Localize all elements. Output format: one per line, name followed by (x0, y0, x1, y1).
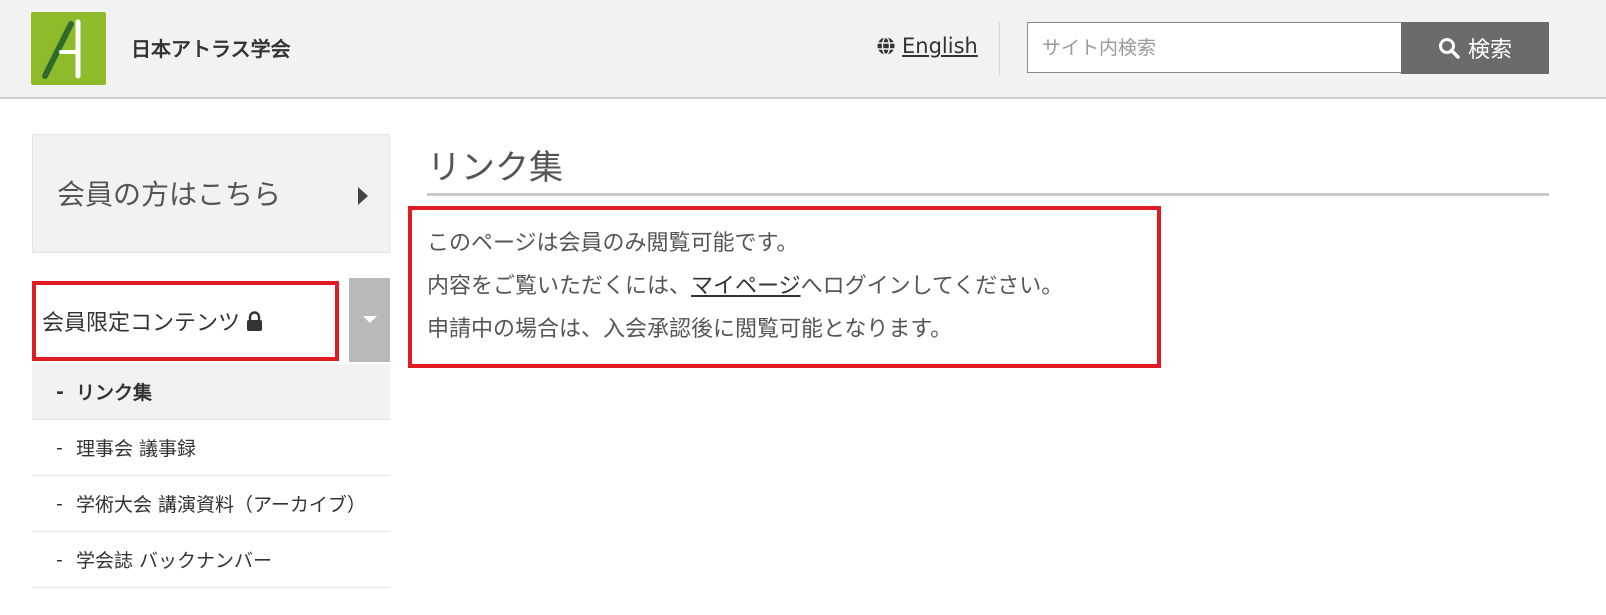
header-divider (999, 22, 1000, 75)
sidebar-item-journal-backnumbers[interactable]: - 学会誌 バックナンバー (32, 532, 390, 588)
english-link[interactable]: English (876, 34, 978, 58)
search-icon (1438, 38, 1460, 59)
members-only-heading[interactable]: 会員限定コンテンツ (32, 281, 345, 361)
title-divider (427, 193, 1549, 196)
notice-line-1: このページは会員のみ閲覧可能です。 (427, 231, 799, 256)
members-only-menu: - リンク集 - 理事会 議事録 - 学術大会 講演資料（アーカイブ） - 学会… (32, 364, 390, 588)
sidebar-item-label: 学術大会 講演資料（アーカイブ） (76, 494, 366, 516)
sidebar-item-links[interactable]: - リンク集 (32, 364, 390, 420)
site-header: 日本アトラス学会 English 検索 (0, 0, 1606, 99)
english-link-label: English (902, 34, 978, 58)
caret-right-icon (358, 187, 368, 205)
sidebar-item-board-minutes[interactable]: - 理事会 議事録 (32, 420, 390, 476)
bullet-dash: - (56, 548, 63, 571)
sidebar-item-label: 学会誌 バックナンバー (76, 550, 273, 572)
sidebar-item-lecture-archive[interactable]: - 学術大会 講演資料（アーカイブ） (32, 476, 390, 532)
search-button-label: 検索 (1467, 38, 1512, 63)
notice-line-2-after: へログインしてください。 (800, 274, 1064, 299)
logo-icon[interactable] (31, 12, 106, 85)
search-button[interactable]: 検索 (1401, 22, 1549, 74)
notice-line-2-before: 内容をご覧いただくには、 (427, 274, 692, 299)
bullet-dash: - (56, 492, 63, 515)
members-only-notice: このページは会員のみ閲覧可能です。 内容をご覧いただくには、マイページへログイン… (427, 222, 1063, 351)
site-name[interactable]: 日本アトラス学会 (131, 33, 291, 62)
mypage-link[interactable]: マイページ (691, 274, 801, 299)
lock-icon (247, 311, 263, 331)
page-title: リンク集 (427, 148, 563, 188)
member-login-label: 会員の方はこちら (57, 178, 282, 211)
bullet-dash: - (56, 436, 63, 459)
notice-line-3: 申請中の場合は、入会承認後に閲覧可能となります。 (427, 317, 953, 342)
globe-icon (877, 36, 895, 56)
sidebar-item-label: 理事会 議事録 (76, 438, 197, 460)
member-login-link[interactable]: 会員の方はこちら (32, 134, 390, 253)
members-only-section: 会員限定コンテンツ (32, 278, 390, 364)
bullet-dash: - (56, 380, 64, 403)
submenu-toggle[interactable] (349, 278, 390, 362)
members-only-label: 会員限定コンテンツ (42, 311, 241, 336)
caret-down-icon (362, 316, 377, 323)
site-search-input[interactable] (1027, 22, 1401, 73)
sidebar-item-label: リンク集 (76, 382, 153, 404)
notice-line-2: 内容をご覧いただくには、マイページへログインしてください。 (427, 265, 1063, 308)
